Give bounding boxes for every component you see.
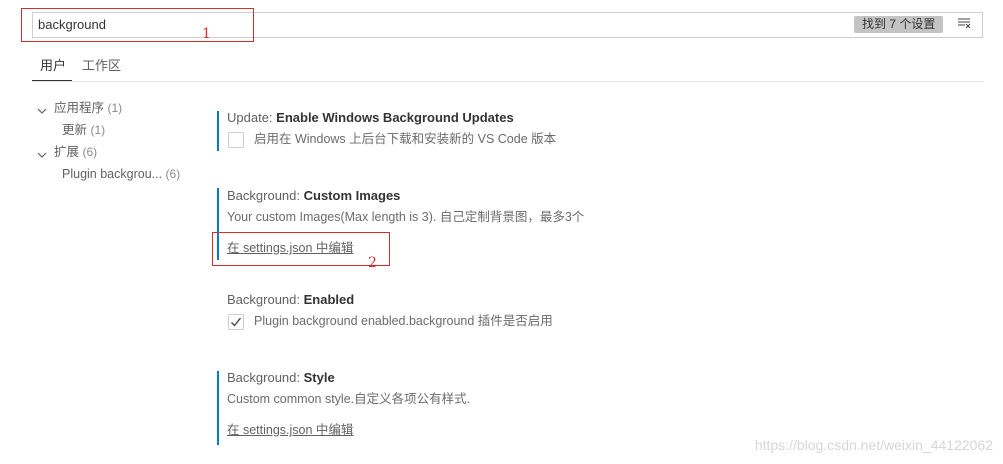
annotation-box-2 <box>212 232 390 266</box>
toc-item-label: 扩展 <box>54 145 80 159</box>
annotation-number-2: 2 <box>368 255 377 271</box>
setting-category: Background: <box>227 370 304 385</box>
setting-name: Enable Windows Background Updates <box>276 110 514 125</box>
chevron-down-icon[interactable] <box>37 103 47 114</box>
toc-item-count: (1) <box>107 101 123 115</box>
checkmark-icon <box>231 317 242 327</box>
tab-workspace[interactable]: 工作区 <box>82 58 121 74</box>
setting-name: Style <box>303 370 335 385</box>
setting-category: Update: <box>227 110 277 125</box>
setting-focus-bar <box>217 111 219 151</box>
watermark: https://blog.csdn.net/weixin_44122062 <box>754 437 993 453</box>
setting-title-enabled: Background: Enabled <box>227 292 354 308</box>
tab-divider <box>32 81 983 82</box>
annotation-number-1: 1 <box>202 26 211 42</box>
setting-focus-bar <box>217 371 219 445</box>
result-count-badge: 找到 7 个设置 <box>854 16 944 33</box>
setting-description: Custom common style.自定义各项公有样式. <box>227 392 471 406</box>
setting-category: Background: <box>227 188 304 203</box>
setting-category: Background: <box>227 292 304 307</box>
toc-item-count: (1) <box>90 123 106 137</box>
toc-item-label: 应用程序 <box>54 101 105 115</box>
setting-title-custom-images: Background: Custom Images <box>227 188 400 204</box>
clear-filter-icon[interactable] <box>956 15 972 31</box>
checkbox-label: Plugin background enabled.background 插件是… <box>254 314 553 328</box>
chevron-down-icon[interactable] <box>37 147 47 158</box>
setting-title-update: Update: Enable Windows Background Update… <box>227 110 514 126</box>
annotation-box-1 <box>21 8 254 42</box>
active-tab-indicator <box>32 80 72 81</box>
toc-item-label: 更新 <box>62 123 88 137</box>
toc-item-plugin-background[interactable]: Plugin backgrou... (6) <box>62 166 180 182</box>
toc-item-label: Plugin backgrou... <box>62 167 163 181</box>
setting-name: Enabled <box>303 292 355 307</box>
toc-item-application[interactable]: 应用程序 (1) <box>54 100 122 116</box>
toc-item-update[interactable]: 更新 (1) <box>62 122 105 138</box>
setting-name: Custom Images <box>303 188 401 203</box>
checkbox-background-enabled[interactable] <box>228 314 244 330</box>
toc-item-count: (6) <box>165 167 181 181</box>
tab-user[interactable]: 用户 <box>40 58 66 74</box>
setting-description: Your custom Images(Max length is 3). 自己定… <box>227 210 585 224</box>
checkbox-windows-background-updates[interactable] <box>228 132 244 148</box>
toc-item-count: (6) <box>82 145 98 159</box>
checkbox-label: 启用在 Windows 上后台下载和安装新的 VS Code 版本 <box>254 132 557 146</box>
toc-item-extensions[interactable]: 扩展 (6) <box>54 144 97 160</box>
setting-title-style: Background: Style <box>227 370 335 386</box>
edit-in-settings-json-link[interactable]: 在 settings.json 中编辑 <box>227 422 353 438</box>
